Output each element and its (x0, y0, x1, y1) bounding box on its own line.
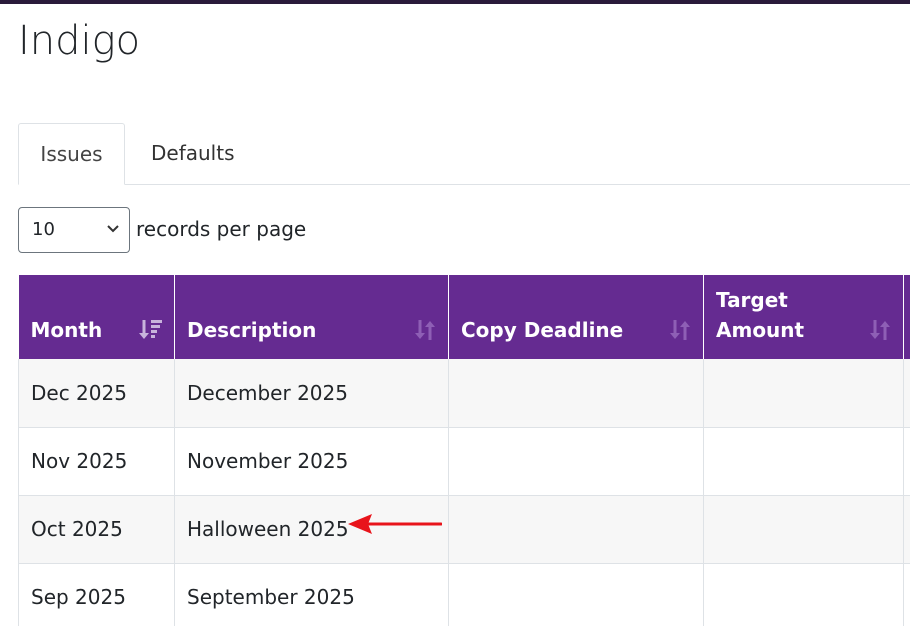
column-header-target-amount[interactable]: Target Amount (703, 275, 904, 359)
cell-target-amount (703, 427, 904, 496)
sort-icon (870, 320, 890, 340)
cell-overflow (903, 563, 910, 626)
cell-description: November 2025 (174, 427, 449, 496)
cell-overflow (903, 495, 910, 564)
column-header-copy-deadline[interactable]: Copy Deadline (448, 275, 704, 359)
tab-defaults[interactable]: Defaults (151, 123, 235, 184)
cell-description: December 2025 (174, 359, 449, 428)
records-per-page-label: records per page (136, 217, 307, 241)
cell-overflow (903, 427, 910, 496)
tab-issues[interactable]: Issues (18, 123, 125, 185)
page-title: Indigo (18, 18, 141, 64)
cell-copy-deadline (448, 495, 704, 564)
cell-description: September 2025 (174, 563, 449, 626)
column-header-description[interactable]: Description (174, 275, 449, 359)
cell-target-amount (703, 563, 904, 626)
table-row[interactable]: Dec 2025 December 2025 (18, 359, 910, 428)
column-header-overflow (903, 275, 910, 359)
page-size-value: 10 (32, 219, 55, 240)
cell-overflow (903, 359, 910, 428)
cell-copy-deadline (448, 359, 704, 428)
column-header-month[interactable]: Month (18, 275, 175, 359)
column-label-target-amount: Target Amount (716, 288, 805, 342)
cell-copy-deadline (448, 427, 704, 496)
chevron-down-icon (107, 225, 119, 233)
sort-icon (415, 320, 435, 340)
issues-table: Month Description Copy Deadline Target A… (18, 275, 910, 626)
cell-month: Sep 2025 (18, 563, 175, 626)
sort-icon (670, 320, 690, 340)
cell-copy-deadline (448, 563, 704, 626)
table-row[interactable]: Nov 2025 November 2025 (18, 427, 910, 496)
tab-bar: Issues Defaults (18, 123, 910, 185)
cell-month: Nov 2025 (18, 427, 175, 496)
table-row[interactable]: Oct 2025 Halloween 2025 (18, 495, 910, 564)
column-label-copy-deadline: Copy Deadline (461, 318, 624, 342)
cell-month: Oct 2025 (18, 495, 175, 564)
top-bar (0, 0, 910, 4)
cell-target-amount (703, 495, 904, 564)
table-row[interactable]: Sep 2025 September 2025 (18, 563, 910, 626)
red-arrow-icon (348, 514, 442, 534)
sorted-desc-icon (139, 320, 162, 339)
page-size-select[interactable]: 10 (18, 207, 130, 253)
cell-target-amount (703, 359, 904, 428)
column-label-description: Description (187, 318, 317, 342)
cell-month: Dec 2025 (18, 359, 175, 428)
